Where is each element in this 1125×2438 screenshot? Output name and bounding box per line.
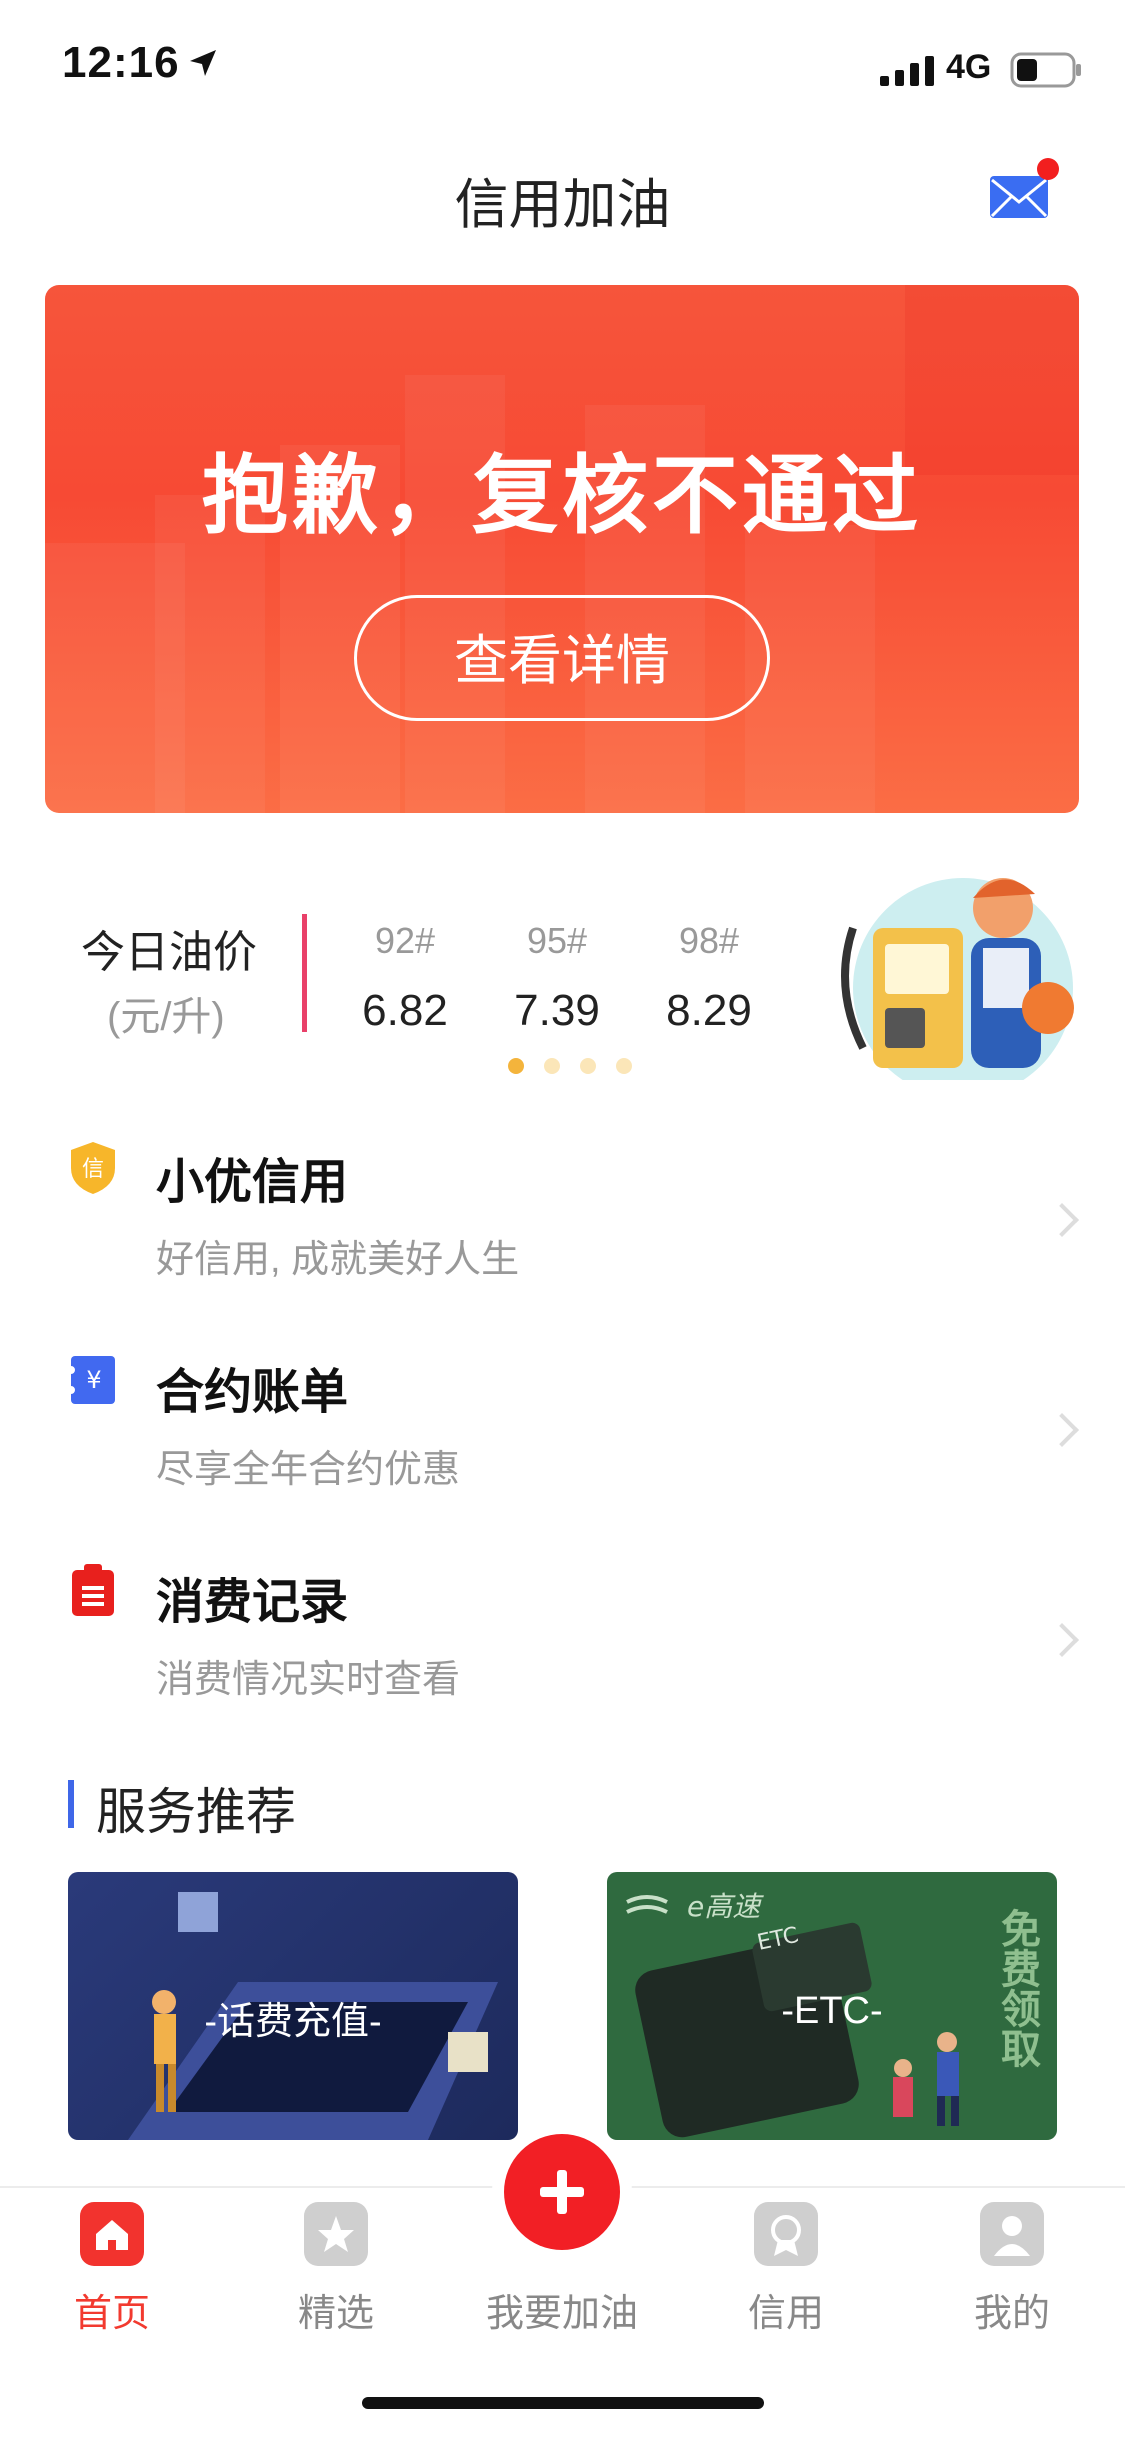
status-time: 12:16 <box>62 38 180 87</box>
grade-95: 95# <box>526 920 588 961</box>
list-item-subtitle: 好信用, 成就美好人生 <box>156 1239 520 1281</box>
price-95: 7.39 <box>514 986 600 1035</box>
review-failed-message: 抱歉，复核不通过 <box>202 448 922 544</box>
shield-credit-icon: 信 <box>71 1142 115 1194</box>
section-accent-bar <box>68 1780 74 1828</box>
carousel-dot[interactable] <box>544 1058 560 1074</box>
price-92: 6.82 <box>362 986 448 1035</box>
status-bar: 12:16 4G <box>0 0 1125 130</box>
bill-icon: ¥ <box>68 1356 115 1404</box>
tab-home[interactable]: 首页 <box>22 2202 202 2337</box>
tab-label: 信用 <box>747 2293 824 2335</box>
add-refuel-button[interactable] <box>504 2134 620 2250</box>
tab-profile[interactable]: 我的 <box>922 2202 1102 2337</box>
tab-featured[interactable]: 精选 <box>246 2202 426 2337</box>
notification-dot <box>1037 158 1059 180</box>
grade-92: 92# <box>374 920 436 961</box>
list-item-title: 合约账单 <box>156 1366 349 1419</box>
page-title: 信用加油 <box>454 175 671 235</box>
list-item-subtitle: 消费情况实时查看 <box>156 1659 461 1701</box>
tab-label: 精选 <box>297 2293 374 2335</box>
service-label: -话费充值- <box>204 2001 382 2043</box>
list-item-credit[interactable]: 信 小优信用 好信用, 成就美好人生 <box>0 1110 1125 1320</box>
tab-label: 我要加油 <box>485 2293 638 2335</box>
list-item-subtitle: 尽享全年合约优惠 <box>156 1449 461 1491</box>
oil-price-title: 今日油价 <box>81 928 257 977</box>
carousel-dot[interactable] <box>508 1058 524 1074</box>
user-icon <box>980 2202 1044 2266</box>
list-item-title: 消费记录 <box>156 1576 349 1629</box>
list-item-title: 小优信用 <box>156 1156 349 1209</box>
home-indicator <box>362 2397 764 2409</box>
chevron-right-icon <box>1045 1413 1079 1447</box>
plus-icon <box>540 2170 584 2214</box>
svg-text:信: 信 <box>82 1157 104 1182</box>
price-98: 8.29 <box>666 986 752 1035</box>
divider <box>302 914 307 1032</box>
carousel-dot[interactable] <box>616 1058 632 1074</box>
status-banner: 抱歉，复核不通过 查看详情 <box>45 285 1079 813</box>
service-label: -ETC- <box>781 1990 883 2032</box>
svg-text:免费领取: 免费领取 <box>994 1908 1041 2068</box>
badge-icon <box>754 2202 818 2266</box>
view-details-button[interactable]: 查看详情 <box>354 595 770 721</box>
star-hand-icon <box>304 2202 368 2266</box>
clipboard-icon <box>72 1564 114 1616</box>
section-title: 服务推荐 <box>96 1784 296 1840</box>
tab-label: 首页 <box>73 2293 150 2335</box>
signal-icon <box>880 56 934 86</box>
home-icon <box>80 2202 144 2266</box>
svg-text:e高速: e高速 <box>687 1890 764 1923</box>
tab-label: 我的 <box>973 2293 1050 2335</box>
grade-98: 98# <box>678 920 740 961</box>
chevron-right-icon <box>1045 1203 1079 1237</box>
list-item-records[interactable]: 消费记录 消费情况实时查看 <box>0 1530 1125 1740</box>
battery-icon <box>1010 52 1081 88</box>
service-card-etc[interactable]: ETC e高速 免费领取 -ETC- <box>607 1872 1057 2140</box>
oil-price-unit: (元/升) <box>107 995 225 1039</box>
svg-text:¥: ¥ <box>86 1366 101 1394</box>
chevron-right-icon <box>1045 1623 1079 1657</box>
service-card-topup[interactable]: -话费充值- <box>68 1872 518 2140</box>
list-item-bill[interactable]: ¥ 合约账单 尽享全年合约优惠 <box>0 1320 1125 1530</box>
tab-credit[interactable]: 信用 <box>696 2202 876 2337</box>
network-type: 4G <box>946 48 992 86</box>
carousel-dot[interactable] <box>580 1058 596 1074</box>
location-arrow-icon <box>190 50 216 76</box>
oil-price-card[interactable]: 今日油价 (元/升) 92# 6.82 95# 7.39 98# 8.29 <box>45 868 1079 1080</box>
gas-attendant-illustration <box>841 878 1074 1080</box>
